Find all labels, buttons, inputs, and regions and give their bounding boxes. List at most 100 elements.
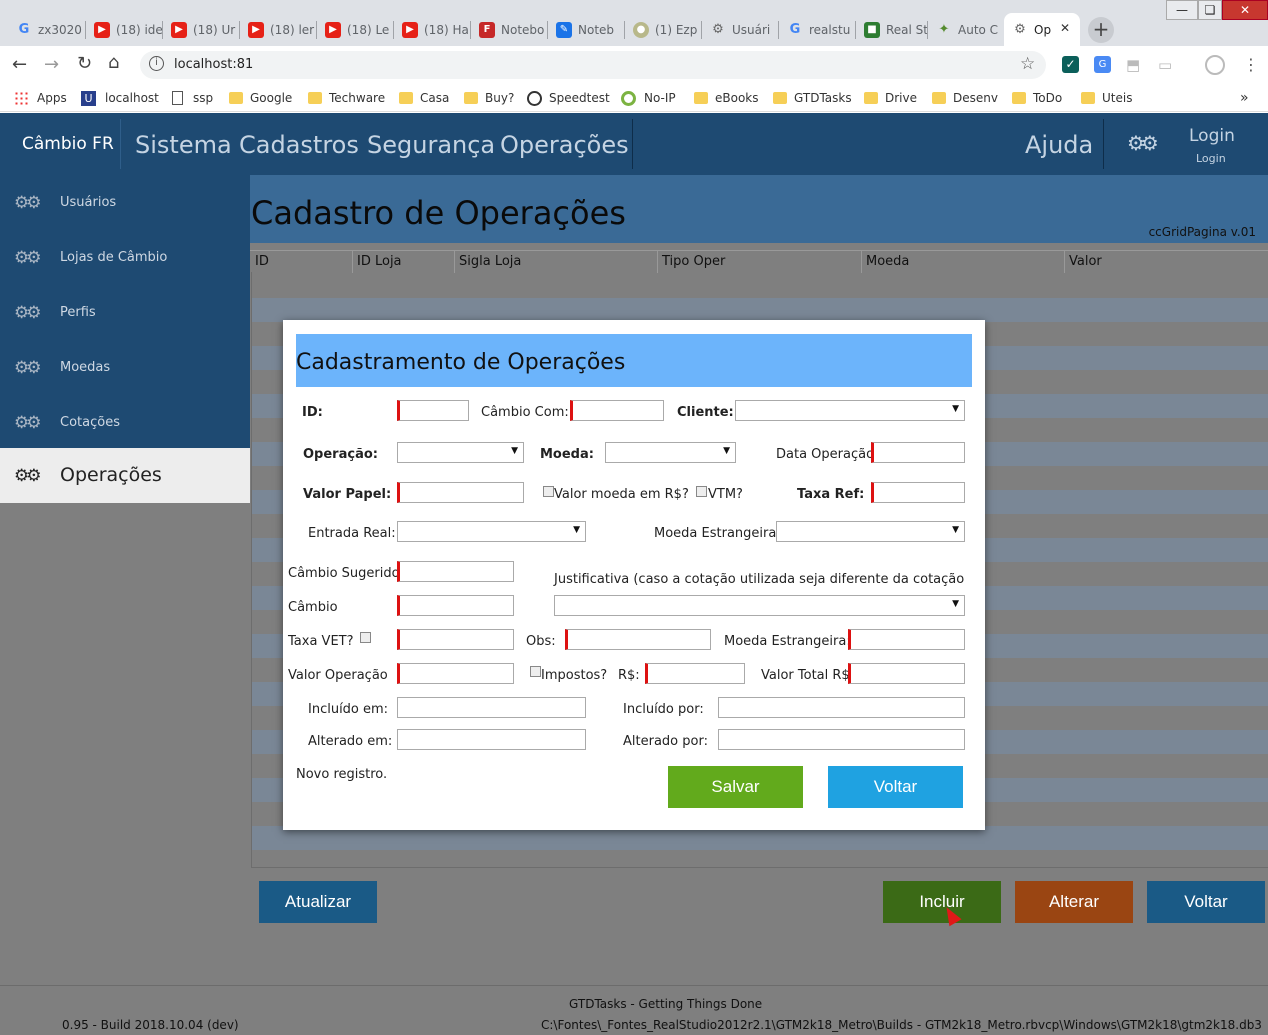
bookmark-ssp[interactable]: ssp <box>172 89 213 107</box>
reload-icon[interactable]: ↻ <box>77 53 92 74</box>
taxa-vet-checkbox[interactable] <box>360 632 371 643</box>
column-header[interactable]: ID Loja <box>357 254 402 269</box>
taxa-ref-field[interactable] <box>871 482 965 503</box>
sidebar-item-moedas[interactable]: ⚙⚙ Moedas <box>0 340 250 395</box>
moeda-estrangeira-select[interactable] <box>776 521 965 542</box>
menu-operacoes[interactable]: Operações <box>500 131 629 159</box>
column-header[interactable]: Sigla Loja <box>459 254 521 269</box>
operacao-select[interactable] <box>397 442 524 463</box>
bookmark-speedtest[interactable]: Speedtest <box>527 89 610 107</box>
column-header[interactable]: Moeda <box>866 254 909 269</box>
menu-seguranca[interactable]: Segurança <box>367 131 495 159</box>
sidebar-item-cotacoes[interactable]: ⚙⚙ Cotações <box>0 395 250 450</box>
new-tab-button[interactable]: + <box>1088 17 1114 43</box>
alterado-por-field[interactable] <box>718 729 965 750</box>
valor-moeda-rs-checkbox[interactable] <box>543 486 554 497</box>
incluido-por-field[interactable] <box>718 697 965 718</box>
bookmark-google[interactable]: Google <box>229 89 292 107</box>
cambio-field[interactable] <box>397 595 514 616</box>
voltar-button[interactable]: Voltar <box>1147 881 1265 923</box>
more-bookmarks-button[interactable]: » <box>1240 89 1249 107</box>
browser-tab[interactable]: Grealstu <box>779 13 856 46</box>
atualizar-button[interactable]: Atualizar <box>259 881 377 923</box>
dialog-voltar-button[interactable]: Voltar <box>828 766 963 808</box>
moeda-estrangeira-field[interactable] <box>848 629 965 650</box>
translate-icon[interactable]: G <box>1094 56 1111 73</box>
impostos-checkbox[interactable] <box>530 666 541 677</box>
data-operacao-field[interactable] <box>871 442 965 463</box>
vtm-checkbox[interactable] <box>696 486 707 497</box>
back-icon[interactable]: ← <box>12 54 27 75</box>
bookmark-uteis[interactable]: Uteis <box>1081 89 1132 107</box>
valor-operacao-field[interactable] <box>397 663 514 684</box>
incluir-button[interactable]: Incluir <box>883 881 1001 923</box>
close-tab-icon[interactable]: ✕ <box>1060 21 1070 35</box>
pdf-icon[interactable]: ⬒ <box>1126 56 1140 74</box>
cambio-sugerido-field[interactable] <box>397 561 514 582</box>
home-icon[interactable]: ⌂ <box>108 52 119 73</box>
bookmark-localhost[interactable]: Ulocalhost <box>81 89 159 107</box>
obs-field[interactable] <box>565 629 711 650</box>
bookmark-gtdtasks[interactable]: GTDTasks <box>773 89 852 107</box>
browser-tab[interactable]: Gzx3020 <box>8 13 86 46</box>
bookmark-casa[interactable]: Casa <box>399 89 449 107</box>
bookmark-drive[interactable]: Drive <box>864 89 917 107</box>
forward-icon[interactable]: → <box>44 54 59 75</box>
menu-dots-icon[interactable]: ⋮ <box>1243 55 1259 74</box>
browser-tab[interactable]: ▶ (18) ler <box>240 13 317 46</box>
bookmark-noip[interactable]: No-IP <box>621 89 676 107</box>
info-icon[interactable]: i <box>149 56 164 71</box>
menu-sistema[interactable]: Sistema <box>135 131 232 159</box>
sidebar-item-operacoes[interactable]: ⚙⚙ Operações <box>0 448 250 503</box>
browser-tab[interactable]: ✦ Auto C <box>928 13 1002 46</box>
extension-check-icon[interactable]: ✓ <box>1062 56 1079 73</box>
cambio-com-field[interactable] <box>570 400 664 421</box>
cast-icon[interactable]: ▭ <box>1158 56 1172 74</box>
browser-tab[interactable]: F Notebo <box>471 13 548 46</box>
maximize-button[interactable]: ❏ <box>1198 0 1222 20</box>
bookmark-apps[interactable]: Apps <box>14 89 67 107</box>
sidebar-item-usuarios[interactable]: ⚙⚙ Usuários <box>0 175 250 230</box>
sidebar-item-perfis[interactable]: ⚙⚙ Perfis <box>0 285 250 340</box>
alterado-em-field[interactable] <box>397 729 586 750</box>
column-header[interactable]: ID <box>255 254 269 269</box>
browser-tab[interactable]: ▶ (18) Le <box>317 13 394 46</box>
profile-icon[interactable] <box>1205 55 1225 75</box>
menu-cadastros[interactable]: Cadastros <box>239 131 359 159</box>
browser-tab[interactable]: ✎ Noteb <box>548 13 625 46</box>
bookmark-desenv[interactable]: Desenv <box>932 89 998 107</box>
bookmark-star-icon[interactable]: ☆ <box>1020 54 1035 74</box>
sidebar-item-lojas[interactable]: ⚙⚙ Lojas de Câmbio <box>0 230 250 285</box>
incluido-em-field[interactable] <box>397 697 586 718</box>
valor-papel-field[interactable] <box>397 482 524 503</box>
taxa-vet-field[interactable] <box>397 629 514 650</box>
cliente-select[interactable] <box>735 400 965 421</box>
valor-total-field[interactable] <box>848 663 965 684</box>
bookmark-ebooks[interactable]: eBooks <box>694 89 759 107</box>
settings-gear-icon[interactable]: ⚙⚙ <box>1127 131 1159 155</box>
salvar-button[interactable]: Salvar <box>668 766 803 808</box>
column-header[interactable]: Valor <box>1069 254 1102 269</box>
bookmark-todo[interactable]: ToDo <box>1012 89 1062 107</box>
bookmark-techware[interactable]: Techware <box>308 89 385 107</box>
moeda-select[interactable] <box>605 442 736 463</box>
id-field[interactable] <box>397 400 469 421</box>
browser-tab[interactable]: ● (1) Ezp <box>625 13 702 46</box>
brand-link[interactable]: Câmbio FR <box>22 134 114 154</box>
alterar-button[interactable]: Alterar <box>1015 881 1133 923</box>
column-header[interactable]: Tipo Oper <box>662 254 725 269</box>
browser-tab[interactable]: ⚙ Usuári <box>702 13 779 46</box>
browser-tab[interactable]: ▶ (18) Ha <box>394 13 471 46</box>
justificativa-select[interactable] <box>554 595 965 616</box>
address-text[interactable]: localhost:81 <box>174 57 253 72</box>
browser-tab[interactable]: ▶ (18) ide <box>86 13 163 46</box>
bookmark-buy[interactable]: Buy? <box>464 89 514 107</box>
login-link[interactable]: Login <box>1189 126 1235 146</box>
browser-tab[interactable]: ▶ (18) Ur <box>163 13 240 46</box>
browser-tab[interactable]: ■ Real St <box>856 13 928 46</box>
menu-ajuda[interactable]: Ajuda <box>1025 131 1093 159</box>
close-window-button[interactable]: ✕ <box>1222 0 1268 20</box>
entrada-real-select[interactable] <box>397 521 586 542</box>
browser-tab-active[interactable]: ⚙ Op ✕ <box>1004 13 1080 46</box>
minimize-button[interactable]: — <box>1166 0 1198 20</box>
